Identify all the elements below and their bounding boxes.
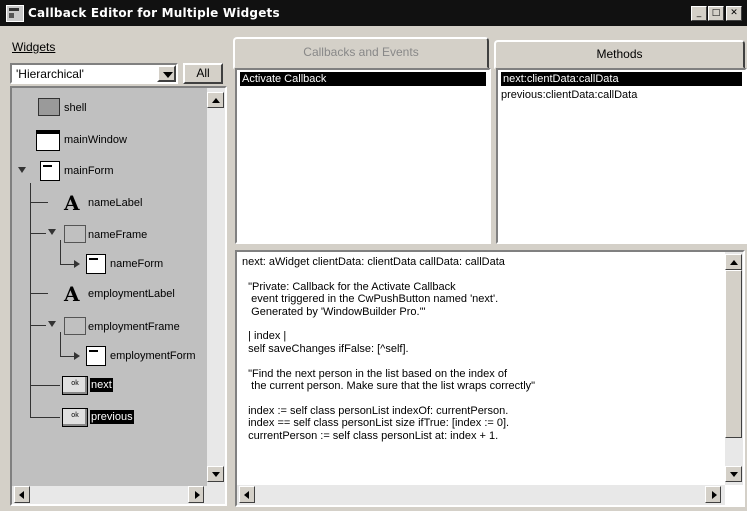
tree-vertical-scrollbar[interactable] xyxy=(207,88,225,486)
code-editor[interactable]: next: aWidget clientData: clientData cal… xyxy=(235,250,745,507)
tree-node-label: employmentLabel xyxy=(88,288,175,300)
scroll-thumb[interactable] xyxy=(725,270,742,438)
list-item[interactable]: next:clientData:callData xyxy=(501,72,742,86)
chevron-down-icon[interactable] xyxy=(157,65,176,82)
maximize-button[interactable]: □ xyxy=(708,6,724,21)
frame-icon xyxy=(64,225,86,243)
tree-line xyxy=(60,356,74,357)
tree-node-label: nameForm xyxy=(110,258,164,270)
callbacks-list[interactable]: Activate Callback xyxy=(235,68,491,244)
code-text[interactable]: next: aWidget clientData: clientData cal… xyxy=(242,256,535,442)
list-item[interactable]: Activate Callback xyxy=(240,72,486,86)
scroll-left-button[interactable] xyxy=(239,486,255,503)
arrow-left-icon xyxy=(244,491,249,499)
view-select-value: 'Hierarchical' xyxy=(16,67,84,81)
arrow-right-icon xyxy=(712,491,717,499)
label-a-icon: A xyxy=(64,282,80,306)
arrow-right-icon xyxy=(195,491,200,499)
tree-line xyxy=(30,202,48,203)
expand-triangle-icon[interactable] xyxy=(18,167,26,173)
expand-triangle-icon[interactable] xyxy=(48,229,56,235)
code-horizontal-scrollbar[interactable] xyxy=(237,485,725,505)
push-button-icon: ok xyxy=(62,408,88,427)
arrow-left-icon xyxy=(19,491,24,499)
minimize-button[interactable]: _ xyxy=(691,6,707,21)
tree-line xyxy=(30,385,60,386)
tree-line xyxy=(60,240,61,265)
tree-node-label: mainWindow xyxy=(64,134,127,146)
shell-icon xyxy=(38,98,60,116)
frame-icon xyxy=(64,317,86,335)
code-vertical-scrollbar[interactable] xyxy=(725,252,743,485)
arrow-up-icon xyxy=(212,98,220,103)
arrow-up-icon xyxy=(730,260,738,265)
tree-node-label: employmentFrame xyxy=(88,321,180,333)
all-button[interactable]: All xyxy=(183,63,223,84)
tree-node-label: employmentForm xyxy=(110,350,196,362)
tree-line xyxy=(30,233,46,234)
arrow-down-icon xyxy=(730,472,738,477)
title-bar: Callback Editor for Multiple Widgets _ □… xyxy=(0,0,747,26)
scroll-up-button[interactable] xyxy=(725,254,742,270)
collapse-triangle-icon[interactable] xyxy=(74,260,80,268)
methods-list[interactable]: next:clientData:callData previous:client… xyxy=(496,68,747,244)
push-button-icon: ok xyxy=(62,376,88,395)
tree-line xyxy=(30,417,60,418)
tree-node-label: previous xyxy=(90,410,134,424)
form-icon xyxy=(86,254,106,274)
scroll-left-button[interactable] xyxy=(14,486,30,503)
widgets-label: Widgets xyxy=(12,40,56,54)
tree-line xyxy=(30,183,31,418)
expand-triangle-icon[interactable] xyxy=(48,321,56,327)
close-button[interactable]: ✕ xyxy=(726,6,742,21)
form-icon xyxy=(40,161,60,181)
list-item[interactable]: previous:clientData:callData xyxy=(501,88,637,102)
tree-node-label: nameLabel xyxy=(88,197,143,209)
view-select[interactable]: 'Hierarchical' xyxy=(10,63,178,84)
tree-line xyxy=(30,293,48,294)
tree-line xyxy=(60,332,61,357)
tree-node-label: next xyxy=(90,378,113,392)
scroll-right-button[interactable] xyxy=(188,486,204,503)
tree-line xyxy=(60,264,74,265)
scroll-down-button[interactable] xyxy=(207,466,224,482)
form-icon xyxy=(86,346,106,366)
arrow-down-icon xyxy=(212,472,220,477)
scroll-up-button[interactable] xyxy=(207,92,224,108)
tab-callbacks-and-events[interactable]: Callbacks and Events xyxy=(233,37,489,69)
app-icon xyxy=(6,5,24,22)
tree-node-label: nameFrame xyxy=(88,229,148,241)
scroll-right-button[interactable] xyxy=(705,486,721,503)
widget-tree[interactable]: shell mainWindow mainForm A nameLabel na… xyxy=(10,86,227,506)
window-icon xyxy=(36,130,60,151)
tree-node-label: shell xyxy=(64,102,87,114)
scroll-down-button[interactable] xyxy=(725,466,742,482)
window-title: Callback Editor for Multiple Widgets xyxy=(28,6,280,20)
tab-methods[interactable]: Methods xyxy=(494,40,745,69)
tree-horizontal-scrollbar[interactable] xyxy=(12,486,225,504)
tree-node-label: mainForm xyxy=(64,165,114,177)
label-a-icon: A xyxy=(64,191,80,215)
tree-line xyxy=(30,325,46,326)
collapse-triangle-icon[interactable] xyxy=(74,352,80,360)
